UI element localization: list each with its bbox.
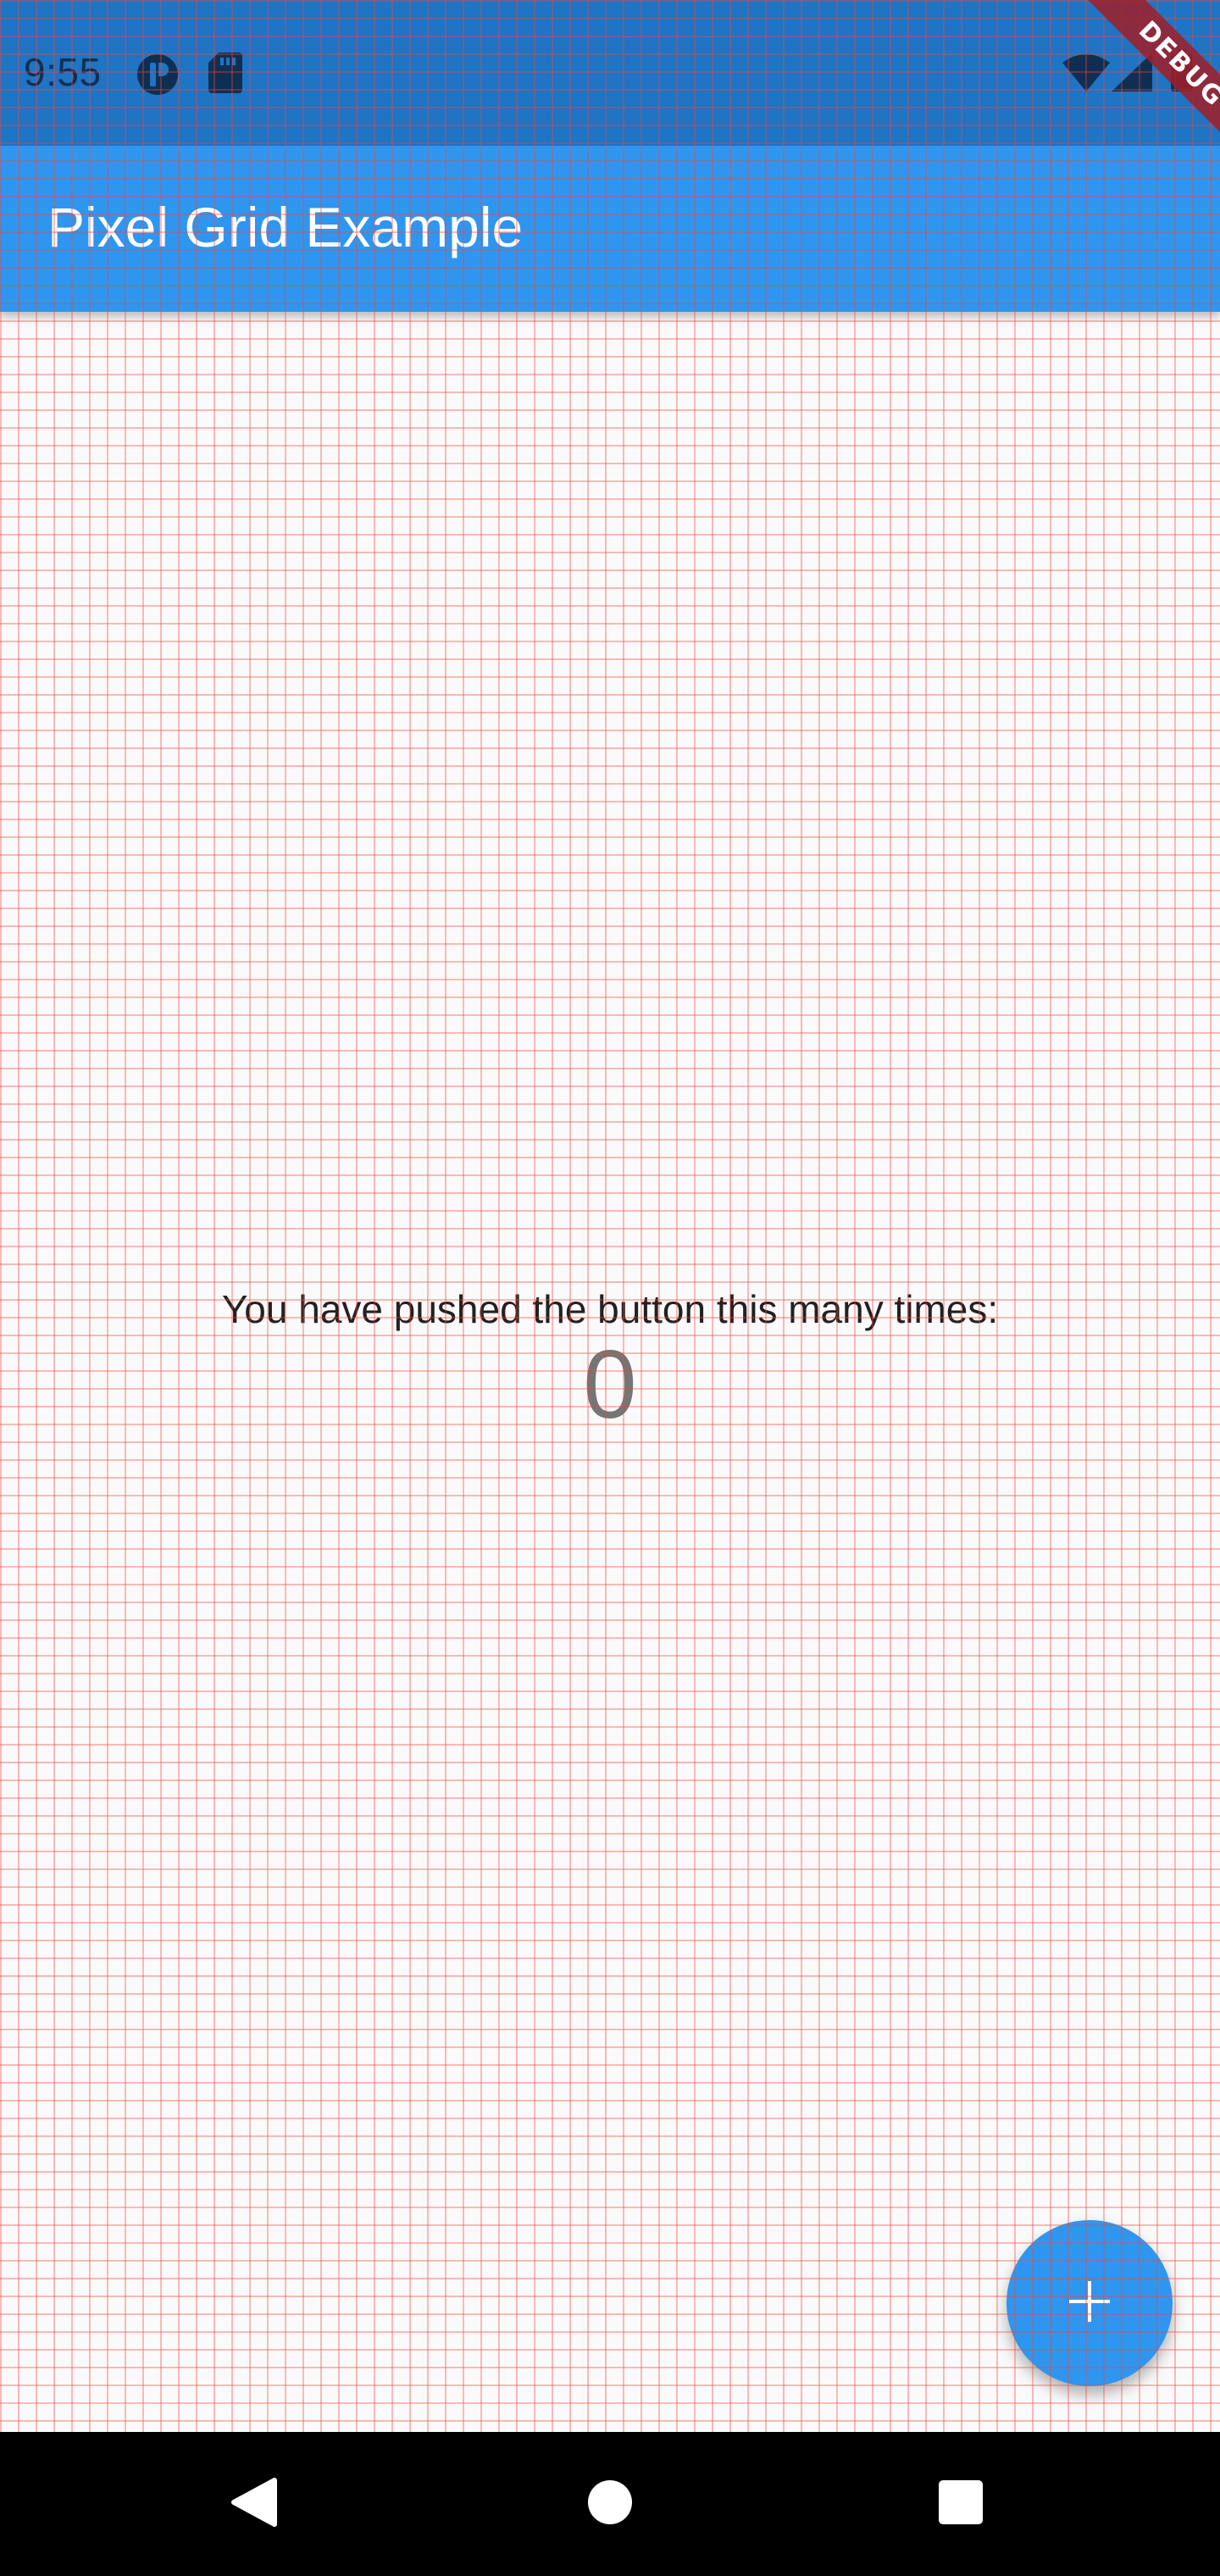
page-title: Pixel Grid Example bbox=[47, 196, 524, 258]
recents-icon bbox=[938, 2479, 984, 2529]
battery-icon bbox=[1171, 49, 1193, 96]
back-icon bbox=[230, 2477, 278, 2532]
sd-card-icon bbox=[208, 53, 242, 97]
counter-label: You have pushed the button this many tim… bbox=[221, 1287, 999, 1331]
app-bar: Pixel Grid Example bbox=[0, 146, 1220, 312]
plus-icon bbox=[1066, 2278, 1113, 2329]
recents-button[interactable] bbox=[927, 2470, 995, 2538]
navigation-bar bbox=[0, 2432, 1220, 2576]
main-content: You have pushed the button this many tim… bbox=[0, 312, 1220, 2432]
record-icon bbox=[136, 53, 180, 101]
signal-icon bbox=[1112, 53, 1152, 96]
home-icon bbox=[587, 2479, 633, 2529]
status-bar: 9:55 bbox=[0, 0, 1220, 146]
home-button[interactable] bbox=[576, 2470, 644, 2538]
wifi-icon bbox=[1062, 54, 1110, 96]
back-button[interactable] bbox=[220, 2470, 288, 2538]
status-time: 9:55 bbox=[24, 50, 102, 94]
increment-button[interactable] bbox=[1006, 2220, 1173, 2386]
counter-value: 0 bbox=[583, 1331, 637, 1439]
